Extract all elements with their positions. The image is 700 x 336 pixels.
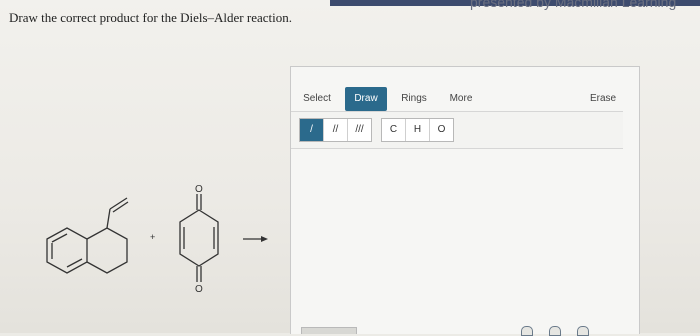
tab-more[interactable]: More	[445, 87, 477, 111]
hydrogen-atom-button[interactable]: H	[406, 119, 430, 141]
zoom-control-icon[interactable]	[549, 326, 561, 336]
tab-draw[interactable]: Draw	[345, 87, 387, 111]
editor-toolbar: Select Draw Rings More Erase	[291, 83, 623, 111]
draw-options-bar: / // /// C H O	[291, 111, 623, 149]
oxygen-atom-button[interactable]: O	[430, 119, 453, 141]
oxygen-label-bottom: O	[195, 284, 203, 295]
drawing-editor: Select Draw Rings More Erase / // /// C …	[290, 66, 640, 336]
question-prompt: Draw the correct product for the Diels–A…	[9, 10, 292, 25]
reaction-scheme: + O O	[46, 184, 268, 295]
oxygen-label-top: O	[195, 184, 203, 195]
tab-erase[interactable]: Erase	[587, 87, 619, 111]
triple-bond-button[interactable]: ///	[348, 119, 371, 141]
diene-structure	[46, 197, 129, 274]
atom-button-group: C H O	[381, 118, 454, 142]
drawing-canvas[interactable]	[291, 148, 639, 334]
publisher-credit: presented by Macmillan Learning	[470, 0, 677, 10]
dienophile-structure	[179, 194, 219, 282]
page: presented by Macmillan Learning Draw the…	[0, 0, 700, 336]
tab-rings[interactable]: Rings	[397, 87, 431, 111]
single-bond-button[interactable]: /	[300, 119, 324, 141]
tab-select[interactable]: Select	[299, 87, 335, 111]
bond-button-group: / // ///	[299, 118, 372, 142]
double-bond-button[interactable]: //	[324, 119, 348, 141]
carbon-atom-button[interactable]: C	[382, 119, 406, 141]
zoom-control-icon[interactable]	[577, 326, 589, 336]
zoom-control-icon[interactable]	[521, 326, 533, 336]
reaction-arrow	[243, 236, 268, 242]
plus-sign: +	[150, 232, 155, 242]
